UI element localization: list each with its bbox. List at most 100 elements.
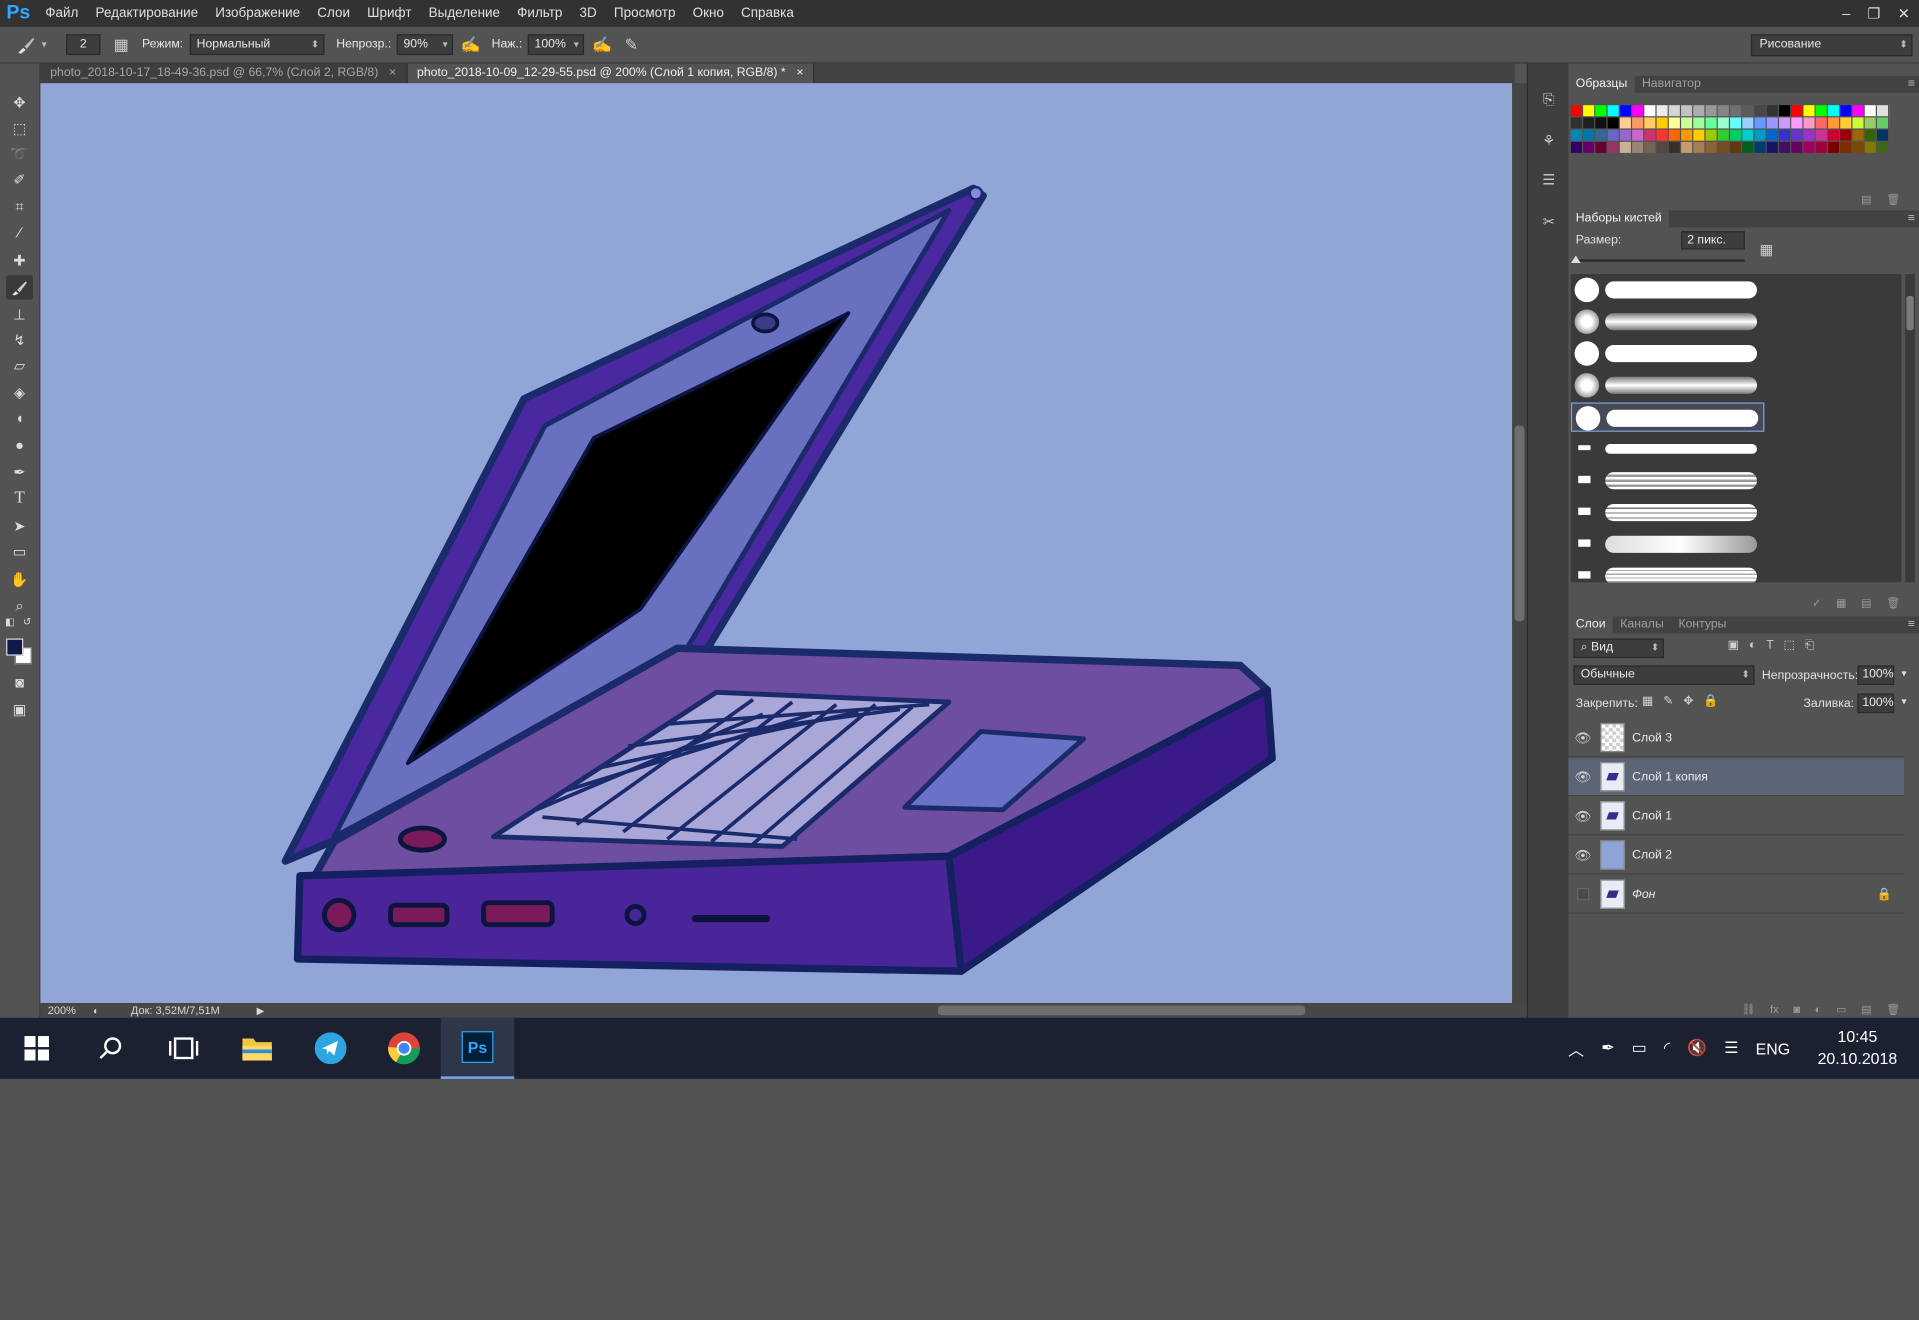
layer-row[interactable]: 👁 Слой 2 bbox=[1568, 837, 1904, 875]
color-swatch[interactable] bbox=[1877, 117, 1890, 129]
color-swatch[interactable] bbox=[1815, 141, 1829, 153]
layer-row-background[interactable]: Фон 🔒 bbox=[1568, 876, 1904, 914]
filter-adjustment-icon[interactable]: ◐ bbox=[1749, 639, 1756, 652]
color-swatch[interactable] bbox=[1681, 105, 1694, 117]
tab-channels[interactable]: Каналы bbox=[1613, 616, 1671, 633]
color-swatch[interactable] bbox=[1668, 141, 1682, 153]
chrome-icon[interactable] bbox=[367, 1018, 440, 1079]
menu-window[interactable]: Окно bbox=[684, 0, 732, 27]
menu-filter[interactable]: Фильтр bbox=[509, 0, 571, 27]
color-swatch[interactable] bbox=[1619, 105, 1633, 117]
color-swatch[interactable] bbox=[1656, 141, 1669, 153]
canvas-horizontal-scrollbar[interactable] bbox=[285, 1003, 1509, 1018]
minimize-button[interactable]: ‒ bbox=[1842, 5, 1850, 22]
color-swatch[interactable] bbox=[1840, 129, 1853, 141]
menu-type[interactable]: Шрифт bbox=[359, 0, 420, 27]
color-swatch[interactable] bbox=[1803, 141, 1816, 153]
layer-opacity-input[interactable]: 100% bbox=[1857, 665, 1895, 685]
new-layer-icon[interactable]: ▤ bbox=[1861, 1002, 1871, 1015]
tab-document-1[interactable]: photo_2018-10-17_18-49-36.psd @ 66,7% (С… bbox=[40, 63, 408, 84]
menu-image[interactable]: Изображение bbox=[207, 0, 309, 27]
windows-start-icon[interactable] bbox=[0, 1018, 73, 1079]
restore-button[interactable]: ❐ bbox=[1867, 5, 1880, 22]
color-swatch[interactable] bbox=[1803, 105, 1816, 117]
color-swatch[interactable] bbox=[1583, 105, 1596, 117]
panel-menu-icon[interactable]: ≡ bbox=[1908, 210, 1915, 227]
brush-preset-item-selected[interactable] bbox=[1570, 402, 1765, 432]
color-swatch[interactable] bbox=[1656, 105, 1669, 117]
tab-layers[interactable]: Слои bbox=[1568, 616, 1613, 634]
color-swatch[interactable] bbox=[1877, 141, 1890, 153]
status-menu-arrow-icon[interactable]: ▶ bbox=[257, 1005, 265, 1016]
brush-size-input[interactable]: 2 пикс. bbox=[1681, 231, 1745, 250]
color-swatch[interactable] bbox=[1619, 129, 1633, 141]
color-swatch[interactable] bbox=[1730, 105, 1743, 117]
foreground-color[interactable] bbox=[6, 638, 24, 656]
airbrush-icon[interactable]: ✍ bbox=[591, 34, 613, 56]
clone-stamp-tool-icon[interactable]: ⊥ bbox=[6, 302, 33, 326]
color-swatch[interactable] bbox=[1668, 117, 1682, 129]
color-swatch[interactable] bbox=[1570, 105, 1584, 117]
history-panel-icon[interactable]: ⎘ bbox=[1538, 88, 1560, 110]
marquee-tool-icon[interactable]: ⬚ bbox=[6, 116, 33, 140]
add-mask-icon[interactable]: ◙ bbox=[1793, 1003, 1800, 1015]
color-swatch[interactable] bbox=[1852, 129, 1865, 141]
menu-layers[interactable]: Слои bbox=[309, 0, 359, 27]
color-swatch[interactable] bbox=[1607, 141, 1620, 153]
color-swatch[interactable] bbox=[1644, 117, 1657, 129]
color-swatch[interactable] bbox=[1877, 129, 1890, 141]
workspace-select[interactable]: Рисование ⬍ bbox=[1750, 34, 1913, 57]
panel-menu-icon[interactable]: ≡ bbox=[1908, 76, 1915, 93]
layer-row[interactable]: 👁 Слой 1 bbox=[1568, 798, 1904, 836]
new-group-icon[interactable]: ▭ bbox=[1836, 1002, 1846, 1015]
color-swatch[interactable] bbox=[1852, 105, 1865, 117]
blur-tool-icon[interactable]: ◖ bbox=[6, 406, 33, 430]
color-swatch[interactable] bbox=[1632, 141, 1645, 153]
color-swatch[interactable] bbox=[1681, 129, 1694, 141]
color-swatch[interactable] bbox=[1754, 105, 1767, 117]
chevron-up-icon[interactable]: ︿ bbox=[1568, 1037, 1584, 1060]
notification-icon[interactable]: ☰ bbox=[1724, 1038, 1738, 1058]
color-swatch[interactable] bbox=[1607, 105, 1620, 117]
color-swatch[interactable] bbox=[1619, 141, 1633, 153]
lock-transparency-icon[interactable]: ▦ bbox=[1642, 695, 1654, 708]
new-preset-icon[interactable]: ▤ bbox=[1861, 596, 1871, 609]
chevron-down-icon[interactable]: ▾ bbox=[1901, 696, 1906, 707]
color-swatch[interactable] bbox=[1570, 117, 1584, 129]
move-tool-icon[interactable]: ✥ bbox=[6, 91, 33, 115]
color-swatch[interactable] bbox=[1681, 117, 1694, 129]
canvas-vertical-scrollbar[interactable] bbox=[1512, 83, 1527, 1004]
color-swatch[interactable] bbox=[1779, 117, 1792, 129]
color-swatch[interactable] bbox=[1864, 141, 1878, 153]
color-swatch[interactable] bbox=[1693, 141, 1706, 153]
brush-preset-item[interactable] bbox=[1571, 275, 1764, 304]
eye-icon[interactable]: 👁 bbox=[1568, 769, 1597, 785]
history-brush-tool-icon[interactable]: ↯ bbox=[6, 328, 33, 352]
brush-panel-toggle-icon[interactable]: ▦ bbox=[110, 34, 132, 56]
path-select-tool-icon[interactable]: ➤ bbox=[6, 514, 33, 538]
wifi-icon[interactable]: ◜ bbox=[1664, 1038, 1670, 1058]
color-swatch[interactable] bbox=[1779, 129, 1792, 141]
tool-preset-picker[interactable]: ▾ bbox=[0, 34, 61, 56]
color-swatch[interactable] bbox=[1619, 117, 1633, 129]
brush-preset-item[interactable] bbox=[1571, 466, 1764, 495]
paint-bucket-tool-icon[interactable]: ◈ bbox=[6, 380, 33, 404]
color-swatch[interactable] bbox=[1668, 105, 1682, 117]
battery-icon[interactable]: ▭ bbox=[1632, 1038, 1647, 1058]
slider-handle[interactable] bbox=[1570, 255, 1581, 263]
pen-tool-icon[interactable]: ✒ bbox=[6, 460, 33, 484]
color-swatch[interactable] bbox=[1681, 141, 1694, 153]
color-swatch[interactable] bbox=[1705, 105, 1718, 117]
color-swatch[interactable] bbox=[1754, 141, 1767, 153]
color-swatch[interactable] bbox=[1803, 117, 1816, 129]
filter-type-icon[interactable]: T bbox=[1766, 639, 1773, 652]
toggle-brush-panel-icon[interactable]: ✓ bbox=[1812, 596, 1821, 609]
color-swatch[interactable] bbox=[1705, 129, 1718, 141]
telegram-icon[interactable] bbox=[294, 1018, 367, 1079]
tab-document-2[interactable]: photo_2018-10-09_12-29-55.psd @ 200% (Сл… bbox=[407, 63, 815, 84]
color-swatch[interactable] bbox=[1705, 141, 1718, 153]
quick-mask-icon[interactable]: ◙ bbox=[6, 670, 33, 694]
color-swatch[interactable] bbox=[1644, 105, 1657, 117]
menu-3d[interactable]: 3D bbox=[571, 0, 605, 27]
crop-tool-icon[interactable]: ⌗ bbox=[6, 194, 33, 218]
